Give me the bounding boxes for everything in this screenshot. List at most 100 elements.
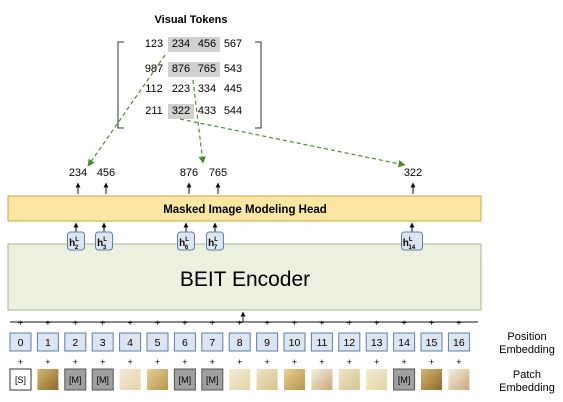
plus-sign: + — [127, 357, 132, 367]
arrow-322 — [179, 118, 406, 168]
image-patch — [229, 369, 251, 390]
plus-row-bottom: + + + + + + + + + + + + + + + + + — [18, 357, 462, 367]
token-cell: 234 — [172, 38, 190, 50]
matrix-right-bracket — [255, 41, 262, 129]
plus-sign: + — [237, 318, 242, 328]
mask-token-label: [M] — [179, 375, 192, 385]
plus-sign: + — [456, 357, 461, 367]
start-token-label: [S] — [15, 375, 26, 385]
predicted-token-234: 234 — [69, 167, 87, 179]
plus-sign: + — [155, 357, 160, 367]
token-cell: 322 — [172, 105, 190, 117]
plus-sign: + — [429, 357, 434, 367]
image-patch — [421, 369, 442, 390]
plus-sign: + — [45, 357, 50, 367]
image-patch — [366, 369, 388, 390]
position-number-5: 5 — [155, 337, 161, 349]
image-patch — [338, 369, 360, 390]
token-cell: 765 — [198, 63, 216, 75]
position-number-4: 4 — [127, 337, 133, 349]
token-cell: 543 — [224, 63, 242, 75]
position-number-6: 6 — [182, 337, 188, 349]
plus-sign: + — [18, 318, 23, 328]
position-number-12: 12 — [343, 337, 355, 349]
mim-head-label: Masked Image Modeling Head — [163, 204, 327, 216]
image-patch — [119, 369, 141, 390]
plus-sign: + — [292, 318, 297, 328]
predicted-token-322: 322 — [404, 167, 422, 179]
position-number-3: 3 — [100, 337, 106, 349]
image-patch — [448, 369, 470, 390]
token-cell: 876 — [172, 63, 190, 75]
image-patch — [284, 369, 305, 390]
position-number-2: 2 — [72, 337, 78, 349]
predicted-token-765: 765 — [209, 167, 227, 179]
plus-sign: + — [210, 357, 215, 367]
token-target-arrows — [87, 54, 406, 168]
plus-sign: + — [100, 318, 105, 328]
plus-sign: + — [210, 318, 215, 328]
mask-token-label: [M] — [206, 375, 219, 385]
plus-row-top: + + + + + + + + + + + + + + + + + — [18, 318, 462, 328]
plus-sign: + — [45, 318, 50, 328]
token-cell: 334 — [198, 83, 216, 95]
position-number-1: 1 — [45, 337, 51, 349]
image-patch — [147, 369, 168, 390]
position-number-9: 9 — [264, 337, 270, 349]
token-cell: 544 — [224, 105, 242, 117]
encoder-label: BEIT Encoder — [180, 268, 310, 291]
position-number-15: 15 — [426, 337, 438, 349]
plus-sign: + — [429, 318, 434, 328]
position-embedding-label: Position Embedding — [499, 331, 555, 356]
plus-sign: + — [456, 318, 461, 328]
position-number-13: 13 — [371, 337, 383, 349]
position-number-16: 16 — [453, 337, 465, 349]
plus-sign: + — [374, 318, 379, 328]
plus-sign: + — [347, 318, 352, 328]
plus-sign: + — [319, 357, 324, 367]
plus-sign: + — [182, 357, 187, 367]
position-number-8: 8 — [237, 337, 243, 349]
position-number-10: 10 — [289, 337, 301, 349]
plus-sign: + — [155, 318, 160, 328]
position-number-0: 0 — [18, 337, 24, 349]
patch-embedding-label: Patch Embedding — [499, 369, 555, 394]
patch-embeddings: [S] [M] [M] [M] [M] [M] — [9, 368, 470, 391]
plus-sign: + — [347, 357, 352, 367]
beit-diagram: Visual Tokens 123 234 456 567987 876 765 54311… — [7, 14, 555, 394]
plus-sign: + — [319, 318, 324, 328]
mask-token-label: [M] — [69, 375, 82, 385]
token-cell: 445 — [224, 83, 242, 95]
plus-sign: + — [264, 318, 269, 328]
predicted-token-876: 876 — [180, 167, 198, 179]
visual-tokens-title: Visual Tokens — [155, 14, 228, 26]
position-embeddings: 0 1 2 3 4 5 6 7 8 9 10 11 12 13 14 15 16 — [9, 332, 470, 352]
plus-sign: + — [264, 357, 269, 367]
plus-sign: + — [18, 357, 23, 367]
plus-sign: + — [292, 357, 297, 367]
predicted-tokens: 234 456 876 765 322 — [69, 167, 422, 194]
predicted-token-456: 456 — [97, 167, 115, 179]
image-patch — [256, 369, 278, 390]
token-cell: 567 — [224, 38, 242, 50]
token-cell: 223 — [172, 83, 190, 95]
token-cell: 433 — [198, 105, 216, 117]
plus-sign: + — [401, 357, 406, 367]
plus-sign: + — [127, 318, 132, 328]
token-grid: 123 234 456 567 987 876 765 543 112 223 334 445 211 3… — [145, 37, 242, 119]
token-cell: 456 — [198, 38, 216, 50]
token-cell: 211 — [145, 105, 163, 117]
mask-token-label: [M] — [398, 375, 411, 385]
plus-sign: + — [401, 318, 406, 328]
plus-sign: + — [100, 357, 105, 367]
plus-sign: + — [73, 357, 78, 367]
token-cell: 987 — [145, 63, 163, 75]
plus-sign: + — [73, 318, 78, 328]
plus-sign: + — [237, 357, 242, 367]
position-number-11: 11 — [316, 337, 327, 349]
image-patch — [37, 369, 59, 390]
position-number-7: 7 — [209, 337, 215, 349]
token-cell: 123 — [145, 38, 163, 50]
plus-sign: + — [182, 318, 187, 328]
mask-token-label: [M] — [96, 375, 109, 385]
